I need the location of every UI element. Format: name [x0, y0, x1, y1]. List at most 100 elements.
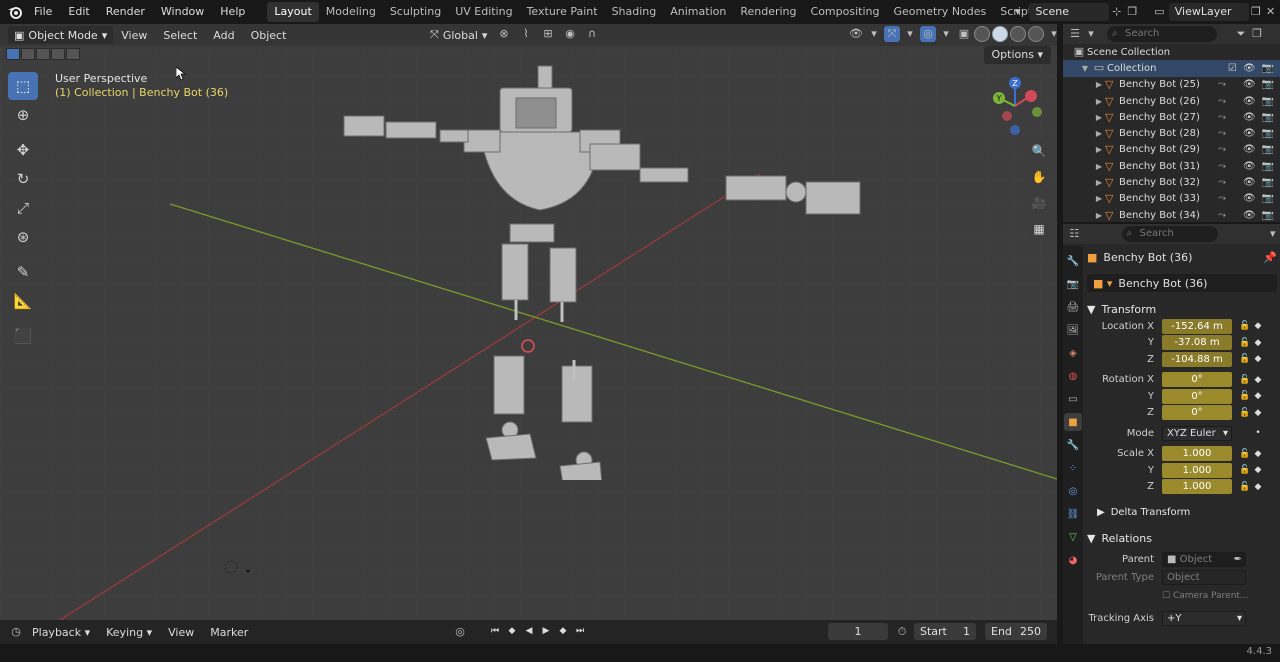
eye-icon[interactable]: 👁	[1243, 79, 1256, 90]
location-z-field[interactable]: -104.88 m	[1162, 351, 1232, 367]
tab-animation[interactable]: Animation	[663, 2, 733, 22]
chevron-right-icon[interactable]: ▶	[1093, 97, 1105, 106]
cursor-tool-icon[interactable]: ⊕	[8, 101, 38, 129]
view-layer-icon[interactable]: ▭	[1152, 4, 1167, 20]
end-frame-field[interactable]: End 250	[985, 623, 1047, 640]
keyframe-icon[interactable]: ◆	[1252, 482, 1264, 492]
timeline-menu-playback[interactable]: Playback ▾	[24, 626, 98, 639]
camera-icon[interactable]: 📷	[1262, 63, 1274, 74]
parent-type-dropdown[interactable]: Object	[1162, 570, 1246, 586]
collection-row[interactable]: ▼ ▭ Collection ☑ 👁 📷	[1063, 60, 1280, 77]
lock-icon[interactable]: 🔓	[1238, 465, 1252, 475]
select-new-icon[interactable]	[6, 48, 20, 60]
outliner-object-row[interactable]: ▶ ▽ Benchy Bot (26) ⤳ 👁 📷	[1063, 93, 1280, 109]
camera-icon[interactable]: 📷	[1262, 96, 1274, 107]
keyframe-icon[interactable]: ◆	[1252, 391, 1264, 401]
viewport-menu-add[interactable]: Add	[205, 29, 242, 42]
solid-shading-icon[interactable]	[992, 26, 1008, 42]
chevron-down-icon[interactable]: ▾	[866, 26, 882, 42]
scene-collection-row[interactable]: ▣ Scene Collection	[1063, 44, 1280, 60]
falloff-icon[interactable]: ∩	[584, 26, 600, 42]
eye-icon[interactable]: 👁	[1243, 63, 1256, 74]
keyframe-icon[interactable]: ◆	[1252, 338, 1264, 348]
lock-icon[interactable]: 🔓	[1238, 408, 1252, 418]
xray-toggle-icon[interactable]: ▣	[956, 26, 972, 42]
outliner-object-row[interactable]: ▶ ▽ Benchy Bot (28) ⤳ 👁 📷	[1063, 125, 1280, 141]
tab-modeling[interactable]: Modeling	[319, 2, 383, 22]
mode-selector[interactable]: ▣ Object Mode ▾	[8, 26, 114, 44]
outliner-object-row[interactable]: ▶ ▽ Benchy Bot (31) ⤳ 👁 📷	[1063, 158, 1280, 174]
zoom-icon[interactable]: 🔍	[1028, 140, 1050, 162]
jump-prev-key-icon[interactable]: ◆	[505, 623, 519, 639]
camera-view-icon[interactable]: 🎥	[1028, 192, 1050, 214]
viewport-menu-select[interactable]: Select	[155, 29, 205, 42]
display-mode-icon[interactable]: ▾	[1083, 26, 1099, 42]
chevron-right-icon[interactable]: ▶	[1093, 80, 1105, 89]
relations-panel-header[interactable]: ▼ Relations	[1087, 529, 1277, 547]
menu-file[interactable]: File	[26, 2, 60, 22]
scale-y-field[interactable]: 1.000	[1162, 462, 1232, 478]
jump-end-icon[interactable]: ⏭	[573, 623, 587, 639]
transform-orientation-dropdown[interactable]: ⤧ Global ▾	[430, 26, 487, 44]
menu-edit[interactable]: Edit	[60, 2, 97, 22]
camera-icon[interactable]: 📷	[1262, 193, 1274, 204]
location-y-field[interactable]: -37.08 m	[1162, 335, 1232, 351]
filter-icon[interactable]: ⏷	[1233, 26, 1249, 42]
delta-transform-header[interactable]: ▶ Delta Transform	[1087, 503, 1277, 521]
chevron-right-icon[interactable]: ▶	[1093, 145, 1105, 154]
properties-editor-icon[interactable]: ☷	[1067, 226, 1082, 242]
rotation-z-field[interactable]: 0°	[1162, 405, 1232, 421]
pivot-icon[interactable]: ⊗	[496, 26, 512, 42]
current-frame-field[interactable]: 1	[828, 623, 888, 640]
lock-icon[interactable]: 🔓	[1238, 321, 1252, 331]
select-invert-icon[interactable]	[51, 48, 65, 60]
jump-start-icon[interactable]: ⏮	[488, 623, 502, 639]
timeline-menu-marker[interactable]: Marker	[202, 626, 256, 639]
particles-tab-icon[interactable]: ⁘	[1064, 459, 1082, 477]
data-tab-icon[interactable]: ▽	[1064, 528, 1082, 546]
select-intersect-icon[interactable]	[66, 48, 80, 60]
keyframe-icon[interactable]: ◆	[1252, 465, 1264, 475]
object-tab-icon[interactable]: ■	[1064, 413, 1082, 431]
menu-render[interactable]: Render	[98, 2, 153, 22]
outliner-object-row[interactable]: ▶ ▽ Benchy Bot (27) ⤳ 👁 📷	[1063, 109, 1280, 125]
rendered-shading-icon[interactable]	[1028, 26, 1044, 42]
object-name-field[interactable]: ■ ▾ Benchy Bot (36)	[1087, 274, 1277, 292]
parent-field[interactable]: ■ Object ✒	[1162, 551, 1246, 567]
camera-icon[interactable]: 📷	[1262, 128, 1274, 139]
select-box-tool-icon[interactable]: ⬚	[8, 72, 38, 100]
world-tab-icon[interactable]: ◍	[1064, 367, 1082, 385]
material-tab-icon[interactable]: ◕	[1064, 551, 1082, 569]
camera-icon[interactable]: 📷	[1262, 161, 1274, 172]
menu-window[interactable]: Window	[153, 2, 212, 22]
eye-icon[interactable]: 👁	[1243, 210, 1256, 221]
eye-icon[interactable]: 👁	[1243, 193, 1256, 204]
checkbox-icon[interactable]: ☑	[1228, 63, 1237, 74]
camera-icon[interactable]: 📷	[1262, 210, 1274, 221]
tool-tab-icon[interactable]: 🔧	[1064, 252, 1082, 270]
chevron-right-icon[interactable]: ▶	[1093, 113, 1105, 122]
new-collection-icon[interactable]: ❐	[1249, 26, 1265, 42]
eyedropper-icon[interactable]: ✒	[1234, 553, 1242, 566]
transform-panel-header[interactable]: ▼ Transform	[1087, 300, 1277, 318]
timeline-editor-icon[interactable]: ◷	[8, 624, 24, 640]
proportional-edit-icon[interactable]: ◉	[562, 26, 578, 42]
measure-tool-icon[interactable]: 📐	[8, 287, 38, 315]
tab-layout[interactable]: Layout	[267, 2, 319, 22]
eye-icon[interactable]: 👁	[1243, 144, 1256, 155]
scene-tab-icon[interactable]: ◈	[1064, 344, 1082, 362]
keyframe-icon[interactable]: ◆	[1252, 408, 1264, 418]
benchy-bot-model[interactable]	[330, 60, 870, 480]
camera-icon[interactable]: 📷	[1262, 177, 1274, 188]
start-frame-field[interactable]: Start 1	[914, 623, 976, 640]
scene-name-field[interactable]: Scene	[1029, 2, 1110, 21]
outliner-object-row[interactable]: ▶ ▽ Benchy Bot (33) ⤳ 👁 📷	[1063, 191, 1280, 207]
play-icon[interactable]: ▶	[539, 623, 553, 639]
view-layer-tab-icon[interactable]: 🖼	[1064, 321, 1082, 339]
move-tool-icon[interactable]: ✥	[8, 136, 38, 164]
chevron-right-icon[interactable]: ▶	[1093, 162, 1105, 171]
lock-icon[interactable]: 🔓	[1238, 482, 1252, 492]
timeline-menu-keying[interactable]: Keying ▾	[98, 626, 160, 639]
tab-texture-paint[interactable]: Texture Paint	[520, 2, 605, 22]
lock-icon[interactable]: 🔓	[1238, 375, 1252, 385]
